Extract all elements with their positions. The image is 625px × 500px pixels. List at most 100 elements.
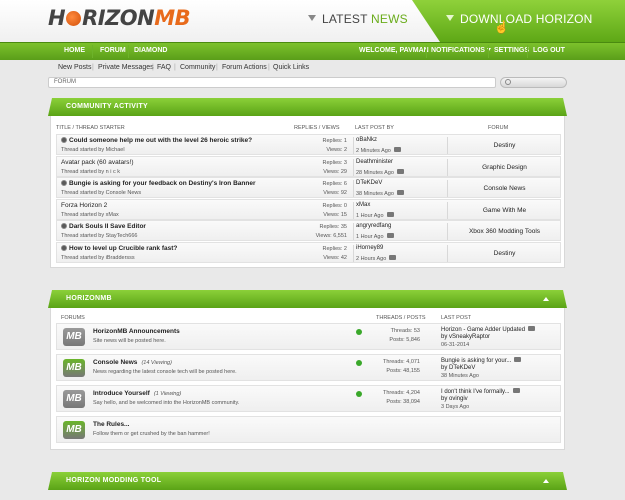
- nav-welcome[interactable]: WELCOME, PAVMAN: [359, 47, 429, 54]
- subnav-quick-links[interactable]: Quick Links: [273, 64, 309, 71]
- nav-diamond[interactable]: DIAMOND: [134, 47, 167, 54]
- search-icon: [505, 79, 511, 85]
- subnav-community[interactable]: Community: [180, 64, 215, 71]
- thread-title[interactable]: Bungie is asking for your feedback on De…: [61, 180, 255, 187]
- thread-starter: Thread started by StayTech666: [61, 233, 138, 239]
- subnav-forum-actions[interactable]: Forum Actions: [222, 64, 267, 71]
- notifications-label: NOTIFICATIONS: [431, 47, 485, 54]
- forum-link[interactable]: Graphic Design: [447, 164, 562, 171]
- thread-title[interactable]: Could someone help me out with the level…: [61, 137, 252, 144]
- latest-news-tab[interactable]: LATEST NEWS: [308, 12, 408, 26]
- search-input[interactable]: [500, 77, 567, 88]
- thread-title-text: How to level up Crucible rank fast?: [69, 244, 178, 252]
- goto-post-icon[interactable]: [396, 190, 404, 195]
- last-post-user[interactable]: DTeKDeV: [356, 180, 382, 186]
- table-row[interactable]: How to level up Crucible rank fast? Threa…: [56, 241, 562, 263]
- table-row[interactable]: Forza Horizon 2 Thread started by xMax Rep…: [56, 198, 562, 220]
- nav-notifications[interactable]: NOTIFICATIONS: [431, 47, 491, 54]
- table-row[interactable]: Bungie is asking for your feedback on De…: [56, 177, 561, 198]
- column-divider: [353, 137, 354, 154]
- forum-name-text: Introduce Yourself: [93, 390, 150, 397]
- breadcrumb[interactable]: FORUM: [48, 77, 496, 88]
- forum-link[interactable]: Destiny: [447, 142, 562, 149]
- collapse-icon[interactable]: [543, 297, 549, 301]
- hand-cursor-icon: ☝: [494, 20, 509, 34]
- forum-name-text: The Rules...: [93, 421, 130, 428]
- goto-post-icon[interactable]: [386, 211, 394, 217]
- thread-title[interactable]: Dark Souls II Save Editor: [61, 223, 146, 230]
- thread-title[interactable]: How to level up Crucible rank fast?: [61, 244, 178, 252]
- last-post-user[interactable]: by ovingiv: [441, 396, 468, 402]
- table-row[interactable]: Avatar pack (60 avatars!) Thread started …: [56, 155, 562, 177]
- last-post-time-text: 28 Minutes Ago: [356, 169, 394, 176]
- forum-link[interactable]: Game With Me: [447, 207, 562, 214]
- column-divider: [353, 158, 354, 176]
- goto-post-icon[interactable]: [514, 357, 522, 362]
- last-post-title-text: Bungie is asking for your...: [441, 358, 512, 364]
- goto-post-icon[interactable]: [528, 326, 536, 331]
- collapse-icon[interactable]: [543, 479, 549, 483]
- thread-count: Threads: 4,204: [383, 390, 420, 396]
- logo-text: RIZON: [82, 6, 155, 30]
- col-thread: TITLE / THREAD STARTER: [56, 125, 125, 131]
- forum-status-icon: [356, 329, 362, 335]
- download-horizon-link[interactable]: DOWNLOAD HORIZON: [446, 12, 593, 26]
- last-post-user[interactable]: iHorney89: [356, 245, 383, 251]
- nav-logout[interactable]: LOG OUT: [533, 47, 565, 54]
- thread-starter: Thread started by xMax: [61, 211, 119, 218]
- last-post-user[interactable]: xMax: [356, 202, 370, 208]
- goto-post-icon[interactable]: [396, 168, 404, 174]
- last-post-title[interactable]: I don't think I've formally...: [441, 388, 520, 395]
- view-count: Views: 29: [323, 168, 347, 175]
- forum-description: Say hello, and be welcomed into the Hori…: [93, 400, 240, 406]
- forum-row[interactable]: MB HorizonMB Announcements Site news will …: [56, 323, 561, 350]
- table-row[interactable]: Dark Souls II Save Editor Thread started …: [56, 220, 561, 241]
- last-post-time-text: 2 Hours Ago: [356, 255, 387, 262]
- subnav-new-posts[interactable]: New Posts: [58, 64, 91, 71]
- goto-post-icon[interactable]: [393, 147, 401, 152]
- last-post-time: 2 Hours Ago: [356, 254, 397, 262]
- forum-row[interactable]: MB Introduce Yourself (1 Viewing) Say hello…: [56, 385, 561, 412]
- forum-mb-icon: MB: [63, 328, 85, 346]
- forum-link[interactable]: Console News: [447, 185, 562, 192]
- forum-row[interactable]: MB The Rules... Follow them or get crushed…: [56, 416, 561, 443]
- nav-forum[interactable]: FORUM: [100, 47, 126, 54]
- goto-post-icon[interactable]: [386, 233, 394, 238]
- subnav-sep: |: [152, 64, 154, 71]
- thread-title[interactable]: Forza Horizon 2: [61, 202, 107, 209]
- last-post-time: 3 Days Ago: [441, 404, 470, 410]
- last-post-user[interactable]: by DTeKDeV: [441, 365, 475, 371]
- nav-home[interactable]: HOME: [64, 47, 85, 54]
- community-activity-header: COMMUNITY ACTIVITY: [48, 98, 567, 116]
- goto-post-icon[interactable]: [512, 388, 520, 393]
- nav-settings[interactable]: SETTINGS: [494, 47, 529, 54]
- forum-name-text: Console News: [93, 359, 138, 366]
- forum-link[interactable]: Xbox 360 Modding Tools: [447, 228, 562, 235]
- subnav-private-messages[interactable]: Private Messages: [98, 64, 154, 71]
- goto-post-icon[interactable]: [389, 254, 397, 260]
- last-post-time: 38 Minutes Ago: [356, 190, 404, 197]
- last-post-user[interactable]: by vSneakyRaptor: [441, 334, 490, 340]
- triangle-down-icon: [308, 15, 316, 21]
- forum-name[interactable]: The Rules...: [93, 421, 129, 428]
- reply-count: Replies: 2: [322, 245, 347, 252]
- subnav-faq[interactable]: FAQ: [157, 64, 171, 71]
- last-post-user[interactable]: oBaNkz: [356, 137, 377, 143]
- forum-link[interactable]: Destiny: [447, 250, 562, 257]
- last-post-user[interactable]: Deathminister: [356, 159, 393, 165]
- forum-row[interactable]: MB Console News (14 Viewing) News regarding…: [56, 354, 561, 381]
- last-post-title[interactable]: Bungie is asking for your...: [441, 357, 522, 364]
- thread-title[interactable]: Avatar pack (60 avatars!): [61, 159, 134, 166]
- forum-name[interactable]: Console News (14 Viewing): [93, 359, 172, 366]
- section-title: HORIZONMB: [66, 295, 112, 302]
- modding-tool-header: HORIZON MODDING TOOL: [48, 472, 567, 490]
- forum-name[interactable]: Introduce Yourself (1 Viewing): [93, 390, 181, 397]
- thread-status-icon: [61, 244, 67, 251]
- reply-count: Replies: 3: [322, 159, 347, 166]
- thread-starter: Thread started by Console News: [61, 190, 142, 196]
- table-row[interactable]: Could someone help me out with the level…: [56, 134, 561, 155]
- site-logo[interactable]: H RIZONMB: [48, 6, 191, 30]
- last-post-user[interactable]: angryredfang: [356, 223, 391, 229]
- forum-name[interactable]: HorizonMB Announcements: [93, 328, 180, 335]
- last-post-title[interactable]: Horizon - Game Adder Updated: [441, 326, 536, 333]
